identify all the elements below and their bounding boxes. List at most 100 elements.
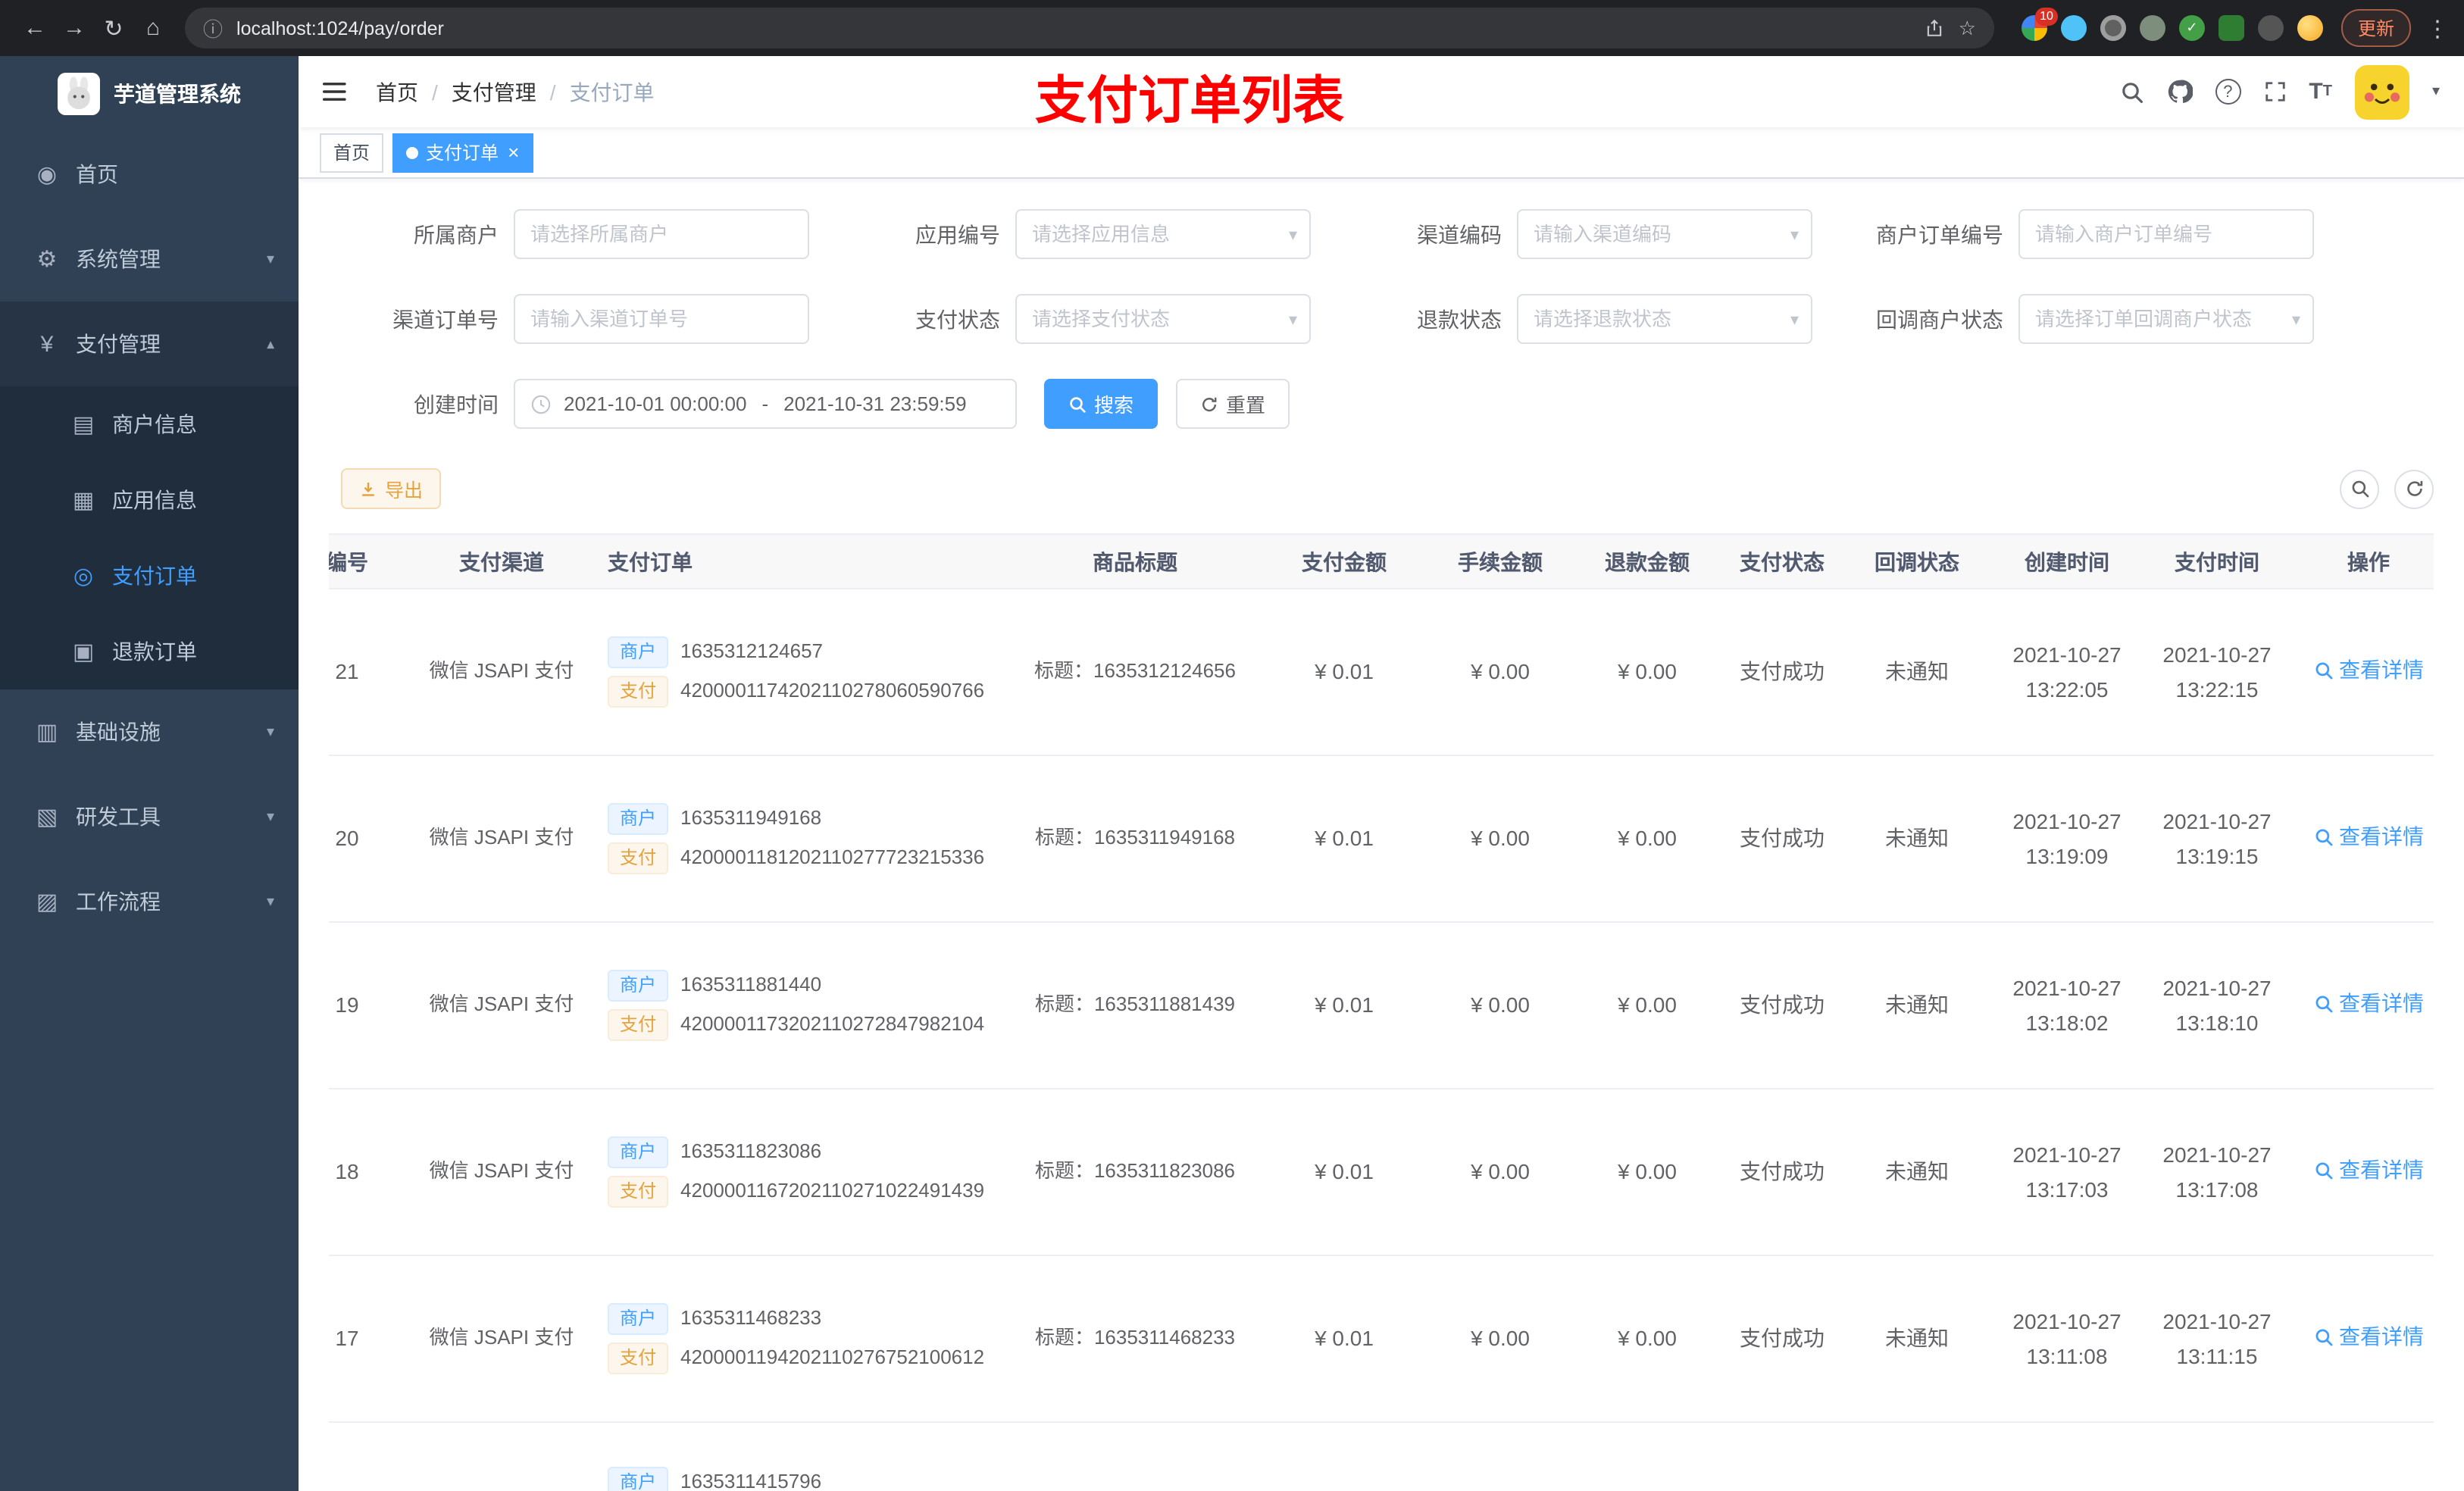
- cell-pay: 2021-10-27 13:19:15: [2135, 755, 2299, 923]
- tags-view-item[interactable]: 首页: [320, 133, 384, 172]
- sidebar-item-pay-order[interactable]: ◎ 支付订单: [0, 538, 299, 614]
- sidebar-item-devtools[interactable]: ▧ 研发工具 ▾: [0, 774, 299, 859]
- order-number: 4200001194202110276752100612: [680, 1346, 985, 1368]
- cell-fee: ¥ 0.00: [1435, 922, 1565, 1089]
- merchant-input[interactable]: [514, 209, 809, 259]
- view-detail-link[interactable]: 查看详情: [2313, 1154, 2424, 1188]
- sidebar-item-app-info[interactable]: ▦ 应用信息: [0, 462, 299, 538]
- view-detail-link[interactable]: 查看详情: [2313, 987, 2424, 1021]
- sidebar-item-system[interactable]: ⚙ 系统管理 ▾: [0, 217, 299, 302]
- channel-code-input[interactable]: [1517, 209, 1812, 259]
- sidebar-item-pay[interactable]: ¥ 支付管理 ▾: [0, 302, 299, 386]
- merchant-tag: 商户: [608, 636, 669, 668]
- chevron-down-icon[interactable]: ▾: [2432, 83, 2440, 100]
- address-bar[interactable]: ⓘ localhost:1024/pay/order ☆: [185, 8, 1994, 48]
- app-no-select[interactable]: ▾: [1015, 209, 1311, 259]
- channel-code-select[interactable]: ▾: [1517, 209, 1812, 259]
- order-no-line: 商户 1635312124657: [608, 636, 1015, 668]
- sidebar-item-label: 应用信息: [112, 488, 197, 512]
- cell-refund: ¥ 0.00: [1565, 1255, 1729, 1423]
- user-avatar[interactable]: [2354, 64, 2409, 119]
- refresh-table-icon[interactable]: [2394, 469, 2434, 508]
- tab-label: 首页: [333, 142, 371, 164]
- merchant-input[interactable]: [514, 209, 809, 259]
- breadcrumb-item[interactable]: 首页: [376, 77, 418, 107]
- browser-back-icon[interactable]: ←: [15, 8, 55, 48]
- extension-icon[interactable]: [2060, 15, 2087, 41]
- close-icon[interactable]: ×: [508, 141, 519, 164]
- date-range-picker[interactable]: 2021-10-01 00:00:00 - 2021-10-31 23:59:5…: [514, 379, 1017, 429]
- extension-icon[interactable]: [2100, 15, 2126, 41]
- extension-icon[interactable]: [2218, 15, 2244, 41]
- refund-status-input[interactable]: [1517, 294, 1812, 344]
- refund-status-select[interactable]: ▾: [1517, 294, 1812, 344]
- filter-label: 渠道订单号: [392, 307, 499, 331]
- cell-status: 支付成功: [1729, 922, 1835, 1089]
- search-icon[interactable]: [2119, 80, 2143, 104]
- bookmark-star-icon[interactable]: ☆: [1959, 16, 1976, 40]
- page-info-icon[interactable]: ⓘ: [203, 14, 223, 42]
- browser-refresh-icon[interactable]: ↻: [94, 8, 133, 48]
- order-number: 1635311468233: [680, 1306, 822, 1330]
- merchant-order-no-input[interactable]: [2018, 209, 2314, 259]
- cell-status: 支付成功: [1729, 755, 1835, 923]
- tools-icon: ▧: [36, 805, 58, 830]
- browser-menu-icon[interactable]: ⋮: [2426, 14, 2449, 42]
- cell-status: 支付成功: [1729, 589, 1835, 756]
- browser-profile-avatar[interactable]: [2297, 15, 2323, 41]
- merchant-order-no-input[interactable]: [2018, 209, 2314, 259]
- order-number: 1635311881440: [680, 973, 822, 996]
- order-no-line: 商户 1635311949168: [608, 803, 1015, 835]
- font-size-icon[interactable]: [2309, 79, 2332, 105]
- cell-fee: ¥ 0.00: [1435, 755, 1565, 923]
- table-row: 17 微信 JSAPI 支付 商户 1635311468233 支付 4200001194…: [329, 1255, 2434, 1423]
- extension-icon[interactable]: [2178, 15, 2205, 41]
- app-logo[interactable]: 芋道管理系统: [0, 56, 299, 132]
- help-icon[interactable]: [2215, 79, 2241, 105]
- share-icon[interactable]: [1925, 18, 1945, 38]
- sidebar-item-refund-order[interactable]: ▣ 退款订单: [0, 614, 299, 689]
- reset-button[interactable]: 重置: [1176, 379, 1290, 429]
- sidebar-item-workflow[interactable]: ▨ 工作流程 ▾: [0, 859, 299, 944]
- export-button[interactable]: 导出: [341, 468, 442, 509]
- sidebar-item-home[interactable]: ◉ 首页: [0, 132, 299, 217]
- order-no-line: 支付 4200001181202110277723215336: [608, 842, 1015, 874]
- order-number: 1635311823086: [680, 1139, 822, 1163]
- toggle-search-icon[interactable]: [2340, 469, 2379, 508]
- view-detail-link[interactable]: 查看详情: [2313, 654, 2424, 688]
- notify-status-input[interactable]: [2018, 294, 2314, 344]
- extensions-puzzle-icon[interactable]: [2257, 15, 2284, 41]
- cell-no: 20: [329, 755, 426, 923]
- yen-icon: ¥: [40, 331, 54, 357]
- refresh-icon: [1200, 395, 1218, 413]
- filter-label: 商户订单编号: [1876, 222, 2003, 246]
- extension-icon[interactable]: [2139, 15, 2165, 41]
- channel-order-no-input[interactable]: [514, 294, 809, 344]
- channel-order-no-input[interactable]: [514, 294, 809, 344]
- table-body: 21 微信 JSAPI 支付 商户 1635312124657 支付 4200001174…: [329, 589, 2434, 1491]
- notify-status-select[interactable]: ▾: [2018, 294, 2314, 344]
- filter-field-pay-status: 支付状态 ▾: [849, 294, 1311, 344]
- sidebar-item-merchant-info[interactable]: ▤ 商户信息: [0, 386, 299, 462]
- extension-icon[interactable]: 10: [2021, 8, 2058, 41]
- cell-title: 标题：1635311949168: [1017, 755, 1253, 923]
- cell-create: 2021-10-27 13:18:02: [1999, 922, 2135, 1089]
- github-icon[interactable]: [2166, 79, 2193, 105]
- url-text: localhost:1024/pay/order: [236, 17, 444, 39]
- fullscreen-icon[interactable]: [2263, 80, 2286, 103]
- pay-status-select[interactable]: ▾: [1015, 294, 1311, 344]
- app-no-input[interactable]: [1015, 209, 1311, 259]
- sidebar-item-infra[interactable]: ▥ 基础设施 ▾: [0, 689, 299, 774]
- browser-forward-icon[interactable]: →: [55, 8, 94, 48]
- sidebar-toggle-icon[interactable]: [323, 79, 349, 105]
- view-detail-link[interactable]: 查看详情: [2313, 1321, 2424, 1355]
- pay-status-input[interactable]: [1015, 294, 1311, 344]
- search-button[interactable]: 搜索: [1044, 379, 1159, 429]
- order-number: 4200001167202110271022491439: [680, 1179, 985, 1202]
- breadcrumb-item[interactable]: 支付管理: [452, 77, 536, 107]
- browser-home-icon[interactable]: ⌂: [133, 8, 173, 48]
- tags-view-item[interactable]: 支付订单 ×: [392, 133, 533, 172]
- browser-update-button[interactable]: 更新: [2340, 9, 2411, 47]
- view-detail-link[interactable]: 查看详情: [2313, 821, 2424, 855]
- sidebar-item-label: 首页: [76, 162, 118, 186]
